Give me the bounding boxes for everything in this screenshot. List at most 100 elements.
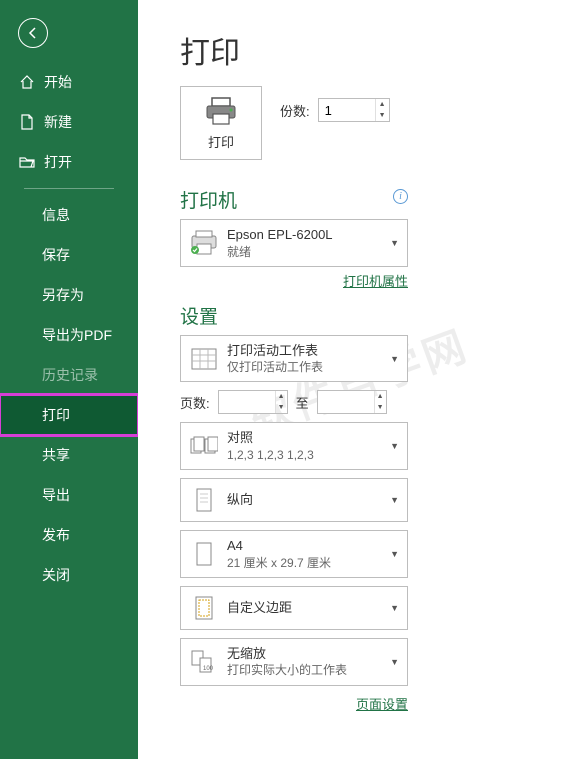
nav-label: 关闭 <box>42 565 70 585</box>
spin-down[interactable]: ▼ <box>276 402 287 413</box>
pages-from-input[interactable] <box>219 391 275 413</box>
printer-status: 就绪 <box>227 244 386 260</box>
print-button[interactable]: 打印 <box>180 86 262 160</box>
nav-label: 打印 <box>42 405 70 425</box>
pages-to-spinner[interactable]: ▲▼ <box>317 390 387 414</box>
nav-saveas[interactable]: 另存为 <box>0 275 138 315</box>
copies-spinner[interactable]: ▲ ▼ <box>318 98 390 122</box>
nav-label: 保存 <box>42 245 70 265</box>
nav-exportpdf[interactable]: 导出为PDF <box>0 315 138 355</box>
scaling-title: 无缩放 <box>227 645 386 663</box>
chevron-down-icon: ▼ <box>390 238 399 248</box>
pages-to-label: 至 <box>296 393 309 412</box>
nav-label: 历史记录 <box>42 365 98 385</box>
info-icon[interactable]: i <box>393 189 408 204</box>
nav-new[interactable]: 新建 <box>0 102 138 142</box>
chevron-down-icon: ▼ <box>390 657 399 667</box>
paper-selector[interactable]: A4 21 厘米 x 29.7 厘米 ▼ <box>180 530 408 578</box>
pages-label: 页数: <box>180 393 210 412</box>
margins-title: 自定义边距 <box>227 599 386 617</box>
printer-section-title: 打印机 <box>180 186 237 213</box>
settings-column: 打印机 i Epson EPL-6200L 就绪 ▼ 打印机属性 设置 打印活动… <box>180 174 408 713</box>
nav-label: 导出 <box>42 485 70 505</box>
scaling-sub: 打印实际大小的工作表 <box>227 662 386 678</box>
new-doc-icon <box>18 113 36 131</box>
print-what-selector[interactable]: 打印活动工作表 仅打印活动工作表 ▼ <box>180 335 408 383</box>
spin-up[interactable]: ▲ <box>375 391 386 402</box>
print-what-sub: 仅打印活动工作表 <box>227 359 386 375</box>
backstage-sidebar: 开始 新建 打开 信息 保存 另存为 导出为PDF 历史记录 打印 共享 导出 … <box>0 0 138 759</box>
page-setup-link[interactable]: 页面设置 <box>180 694 408 713</box>
nav-label: 发布 <box>42 525 70 545</box>
nav-home[interactable]: 开始 <box>0 62 138 102</box>
printer-text: Epson EPL-6200L 就绪 <box>227 226 386 260</box>
nav-label: 打开 <box>44 152 72 172</box>
copies-row: 份数: ▲ ▼ <box>280 98 390 122</box>
nav-label: 开始 <box>44 72 72 92</box>
pages-from-spinner[interactable]: ▲▼ <box>218 390 288 414</box>
nav-export[interactable]: 导出 <box>0 475 138 515</box>
settings-section-title: 设置 <box>180 302 408 329</box>
nav-open[interactable]: 打开 <box>0 142 138 182</box>
settings-controls: 打印活动工作表 仅打印活动工作表 ▼ 页数: ▲▼ 至 ▲▼ <box>180 335 408 713</box>
spin-up[interactable]: ▲ <box>276 391 287 402</box>
collate-title: 对照 <box>227 429 386 447</box>
spinner-buttons: ▲ ▼ <box>375 99 389 121</box>
nav-label: 另存为 <box>42 285 84 305</box>
printer-properties-link[interactable]: 打印机属性 <box>180 271 408 290</box>
main-content: 软件自学网 打印 打印 份数: ▲ ▼ 打印机 i <box>138 0 578 759</box>
orientation-selector[interactable]: 纵向 ▼ <box>180 478 408 522</box>
print-action-row: 打印 份数: ▲ ▼ <box>180 86 556 160</box>
nav-label: 信息 <box>42 205 70 225</box>
svg-text:100: 100 <box>203 666 214 672</box>
spin-up[interactable]: ▲ <box>376 99 389 110</box>
margins-selector[interactable]: 自定义边距 ▼ <box>180 586 408 630</box>
collate-sub: 1,2,3 1,2,3 1,2,3 <box>227 447 386 463</box>
pages-to-input[interactable] <box>318 391 374 413</box>
spin-down[interactable]: ▼ <box>376 110 389 121</box>
open-folder-icon <box>18 153 36 171</box>
orientation-title: 纵向 <box>227 491 386 509</box>
print-what-title: 打印活动工作表 <box>227 342 386 360</box>
nav-save[interactable]: 保存 <box>0 235 138 275</box>
paper-icon <box>189 539 219 569</box>
nav-share[interactable]: 共享 <box>0 435 138 475</box>
sidebar-divider <box>24 188 114 189</box>
portrait-icon <box>189 485 219 515</box>
nav-label: 共享 <box>42 445 70 465</box>
chevron-down-icon: ▼ <box>390 495 399 505</box>
chevron-down-icon: ▼ <box>390 441 399 451</box>
print-button-label: 打印 <box>208 132 234 151</box>
printer-icon <box>204 96 238 126</box>
nav-close[interactable]: 关闭 <box>0 555 138 595</box>
sheets-icon <box>189 344 219 374</box>
nav-publish[interactable]: 发布 <box>0 515 138 555</box>
spin-down[interactable]: ▼ <box>375 402 386 413</box>
scaling-selector[interactable]: 100 无缩放 打印实际大小的工作表 ▼ <box>180 638 408 686</box>
printer-selector[interactable]: Epson EPL-6200L 就绪 ▼ <box>180 219 408 267</box>
collate-icon <box>189 431 219 461</box>
paper-sub: 21 厘米 x 29.7 厘米 <box>227 555 386 571</box>
pages-row: 页数: ▲▼ 至 ▲▼ <box>180 390 408 414</box>
margins-icon <box>189 593 219 623</box>
nav-label: 新建 <box>44 112 72 132</box>
nav-info[interactable]: 信息 <box>0 195 138 235</box>
scale-icon: 100 <box>189 647 219 677</box>
home-icon <box>18 73 36 91</box>
chevron-down-icon: ▼ <box>390 549 399 559</box>
nav-label: 导出为PDF <box>42 325 112 345</box>
chevron-down-icon: ▼ <box>390 354 399 364</box>
chevron-down-icon: ▼ <box>390 603 399 613</box>
paper-title: A4 <box>227 537 386 555</box>
collate-selector[interactable]: 对照 1,2,3 1,2,3 1,2,3 ▼ <box>180 422 408 470</box>
arrow-left-icon <box>25 25 41 41</box>
copies-input[interactable] <box>319 99 375 121</box>
page-title: 打印 <box>180 28 556 72</box>
nav-print[interactable]: 打印 <box>0 395 138 435</box>
copies-label: 份数: <box>280 101 310 120</box>
printer-device-icon <box>189 228 219 258</box>
nav-history: 历史记录 <box>0 355 138 395</box>
printer-section-header: 打印机 i <box>180 174 408 219</box>
printer-name: Epson EPL-6200L <box>227 226 386 244</box>
back-button[interactable] <box>18 18 48 48</box>
